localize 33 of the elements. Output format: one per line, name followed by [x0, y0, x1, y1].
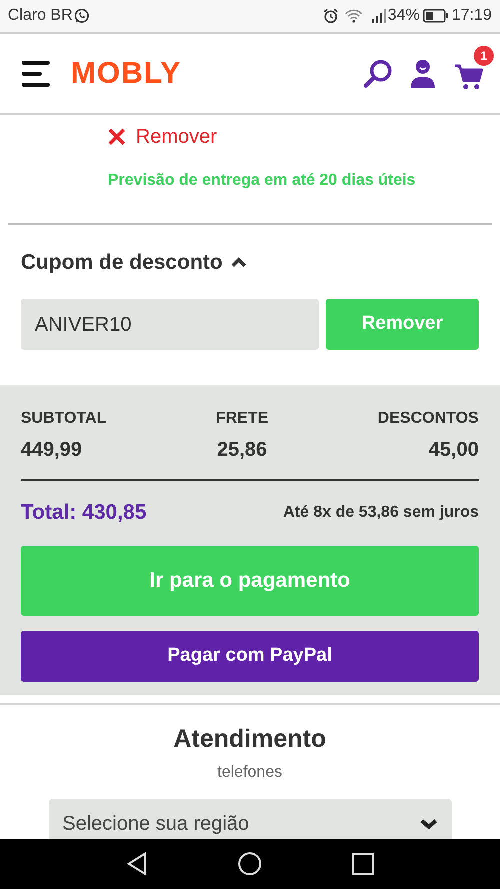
chevron-down-icon [420, 818, 438, 830]
back-icon[interactable] [126, 852, 148, 876]
total-text: Total: 430,85 [21, 500, 147, 526]
coupon-code-field[interactable]: ANIVER10 [21, 299, 319, 350]
region-select[interactable]: Selecione sua região [48, 798, 452, 839]
summary-label: SUBTOTAL [21, 409, 107, 429]
installments-text: Até 8x de 53,86 sem juros [283, 502, 479, 523]
battery-text: 34% [388, 6, 420, 26]
summary-label: FRETE [216, 409, 268, 429]
clock-text: 17:19 [452, 6, 492, 26]
chat-icon [74, 8, 90, 24]
delivery-estimate-text: Previsão de entrega em até 20 dias úteis [108, 171, 416, 191]
summary-value: 45,00 [428, 438, 479, 463]
carrier-text: Claro BR [8, 6, 73, 26]
menu-icon[interactable] [21, 58, 51, 88]
support-subtitle: telefones [218, 762, 282, 782]
signal-icon [370, 9, 387, 23]
support-title: Atendimento [174, 724, 326, 755]
summary-value: 25,86 [217, 438, 268, 463]
summary-label: DESCONTOS [378, 409, 479, 429]
battery-icon [422, 9, 449, 23]
summary-value: 449,99 [21, 438, 82, 463]
remove-item-button[interactable]: Remover [108, 125, 218, 149]
search-icon[interactable] [362, 58, 394, 90]
recents-icon[interactable] [352, 853, 374, 875]
coupon-section-toggle[interactable]: Cupom de desconto [21, 249, 247, 277]
wifi-icon [344, 9, 363, 23]
close-icon [108, 128, 126, 146]
cart-count-badge: 1 [474, 46, 494, 66]
account-icon[interactable] [410, 58, 436, 88]
paypal-button[interactable]: Pagar com PayPal [21, 630, 479, 682]
alarm-icon [322, 8, 339, 24]
home-icon[interactable] [238, 852, 262, 876]
